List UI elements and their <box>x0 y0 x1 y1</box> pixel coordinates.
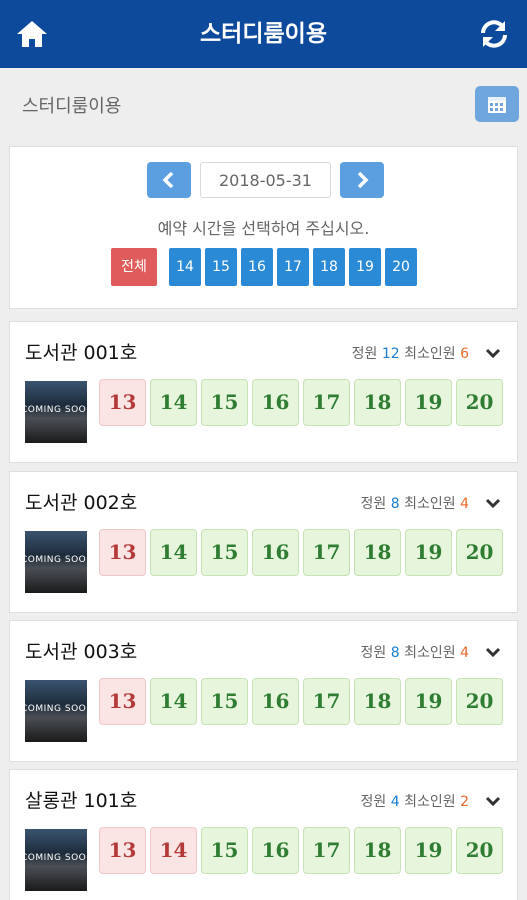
room-thumbnail: COMING SOON <box>25 381 87 443</box>
refresh-icon[interactable] <box>476 16 512 52</box>
capacity-value: 8 <box>390 496 400 512</box>
capacity-label: 정원 <box>360 645 387 661</box>
min-people-label: 최소인원 <box>404 496 456 512</box>
time-slot-button[interactable]: 19 <box>405 529 452 576</box>
room-capacity: 정원 8 최소인원 4 <box>361 493 470 513</box>
time-slot-button[interactable]: 18 <box>354 379 401 426</box>
room-name: 도서관 001호 <box>25 342 138 364</box>
time-slot-button[interactable]: 18 <box>354 678 401 725</box>
time-slot-button[interactable]: 13 <box>99 827 146 874</box>
thumbnail-caption: COMING SOON <box>25 555 87 565</box>
filter-hour-button[interactable]: 15 <box>205 248 237 286</box>
date-field[interactable] <box>200 162 331 198</box>
capacity-label: 정원 <box>351 346 378 362</box>
time-slot-button[interactable]: 16 <box>252 379 299 426</box>
capacity-label: 정원 <box>360 794 387 810</box>
filter-hour-button[interactable]: 17 <box>277 248 309 286</box>
time-slot-button[interactable]: 13 <box>99 529 146 576</box>
room-thumbnail: COMING SOON <box>25 531 87 593</box>
thumbnail-caption: COMING SOON <box>25 853 87 863</box>
min-people-value: 6 <box>460 346 469 362</box>
chevron-down-icon[interactable] <box>484 494 502 516</box>
capacity-value: 4 <box>390 794 400 810</box>
time-slot-button[interactable]: 17 <box>303 678 350 725</box>
room-name: 도서관 003호 <box>25 641 138 663</box>
thumbnail-caption: COMING SOON <box>25 704 87 714</box>
time-slot-button[interactable]: 19 <box>405 827 452 874</box>
time-slot-button[interactable]: 16 <box>252 827 299 874</box>
time-slot-button[interactable]: 18 <box>354 827 401 874</box>
min-people-value: 4 <box>460 645 469 661</box>
chevron-down-icon[interactable] <box>484 344 502 366</box>
time-slot-button[interactable]: 18 <box>354 529 401 576</box>
time-slot-button[interactable]: 17 <box>303 379 350 426</box>
chevron-right-icon <box>357 171 369 189</box>
min-people-label: 최소인원 <box>404 645 456 661</box>
time-slot-button[interactable]: 13 <box>99 678 146 725</box>
min-people-value: 4 <box>460 496 469 512</box>
filter-hour-button[interactable]: 18 <box>313 248 345 286</box>
time-slot-button[interactable]: 14 <box>150 827 197 874</box>
filter-hour-button[interactable]: 19 <box>349 248 381 286</box>
filter-hour-button[interactable]: 16 <box>241 248 273 286</box>
time-slot-button[interactable]: 14 <box>150 379 197 426</box>
room-card: 도서관 002호 정원 8 최소인원 4 COMING SOON 1314151617… <box>9 471 518 613</box>
room-name: 살롱관 101호 <box>25 790 138 812</box>
room-capacity: 정원 12 최소인원 6 <box>352 343 469 363</box>
time-slot-button[interactable]: 13 <box>99 379 146 426</box>
time-slot-button[interactable]: 15 <box>201 529 248 576</box>
date-panel: 예약 시간을 선택하여 주십시오. 전체 14 15 16 17 18 19 2… <box>9 146 518 309</box>
calendar-icon <box>488 97 506 113</box>
time-slot-button[interactable]: 17 <box>303 827 350 874</box>
time-slot-button[interactable]: 20 <box>456 529 503 576</box>
prev-date-button[interactable] <box>147 162 191 198</box>
thumbnail-caption: COMING SOON <box>25 405 87 415</box>
app-header: 스터디룸이용 <box>0 0 527 68</box>
time-slot-button[interactable]: 15 <box>201 827 248 874</box>
calendar-button[interactable] <box>475 86 519 122</box>
time-slot-button[interactable]: 20 <box>456 827 503 874</box>
room-card: 도서관 001호정원 12 최소인원 6COMING SOON131415161… <box>9 321 518 463</box>
chevron-down-icon[interactable] <box>484 643 502 665</box>
time-slot-button[interactable]: 19 <box>405 678 452 725</box>
time-slot-button[interactable]: 19 <box>405 379 452 426</box>
time-slot-button[interactable]: 15 <box>201 379 248 426</box>
time-slot-button[interactable]: 20 <box>456 678 503 725</box>
room-capacity: 정원 4 최소인원 2 <box>361 791 470 811</box>
chevron-left-icon <box>162 171 174 189</box>
time-slot-button[interactable]: 16 <box>252 678 299 725</box>
capacity-value: 8 <box>390 645 400 661</box>
time-slot-button[interactable]: 14 <box>150 529 197 576</box>
room-thumbnail: COMING SOON <box>25 680 87 742</box>
header-title: 스터디룸이용 <box>200 21 327 47</box>
chevron-down-icon[interactable] <box>484 792 502 814</box>
room-name: 도서관 002호 <box>25 492 138 514</box>
time-slot-button[interactable]: 16 <box>252 529 299 576</box>
next-date-button[interactable] <box>340 162 384 198</box>
min-people-label: 최소인원 <box>404 794 456 810</box>
filter-hour-button[interactable]: 14 <box>169 248 201 286</box>
room-thumbnail: COMING SOON <box>25 829 87 891</box>
instruction-text: 예약 시간을 선택하여 주십시오. <box>157 219 370 238</box>
time-slot-button[interactable]: 17 <box>303 529 350 576</box>
filter-hour-button[interactable]: 20 <box>385 248 417 286</box>
min-people-label: 최소인원 <box>404 346 456 362</box>
room-capacity: 정원 8 최소인원 4 <box>361 642 470 662</box>
time-slot-button[interactable]: 15 <box>201 678 248 725</box>
time-slot-button[interactable]: 14 <box>150 678 197 725</box>
min-people-value: 2 <box>460 794 469 810</box>
page-title: 스터디룸이용 <box>22 96 122 117</box>
filter-all-button[interactable]: 전체 <box>111 248 157 286</box>
capacity-label: 정원 <box>360 496 387 512</box>
capacity-value: 12 <box>381 346 400 362</box>
room-card: 도서관 003호 정원 8 최소인원 4 COMING SOON 1314151617… <box>9 620 518 762</box>
room-card: 살롱관 101호 정원 4 최소인원 2 COMING SOON 1314151617… <box>9 769 518 900</box>
time-slot-button[interactable]: 20 <box>456 379 503 426</box>
